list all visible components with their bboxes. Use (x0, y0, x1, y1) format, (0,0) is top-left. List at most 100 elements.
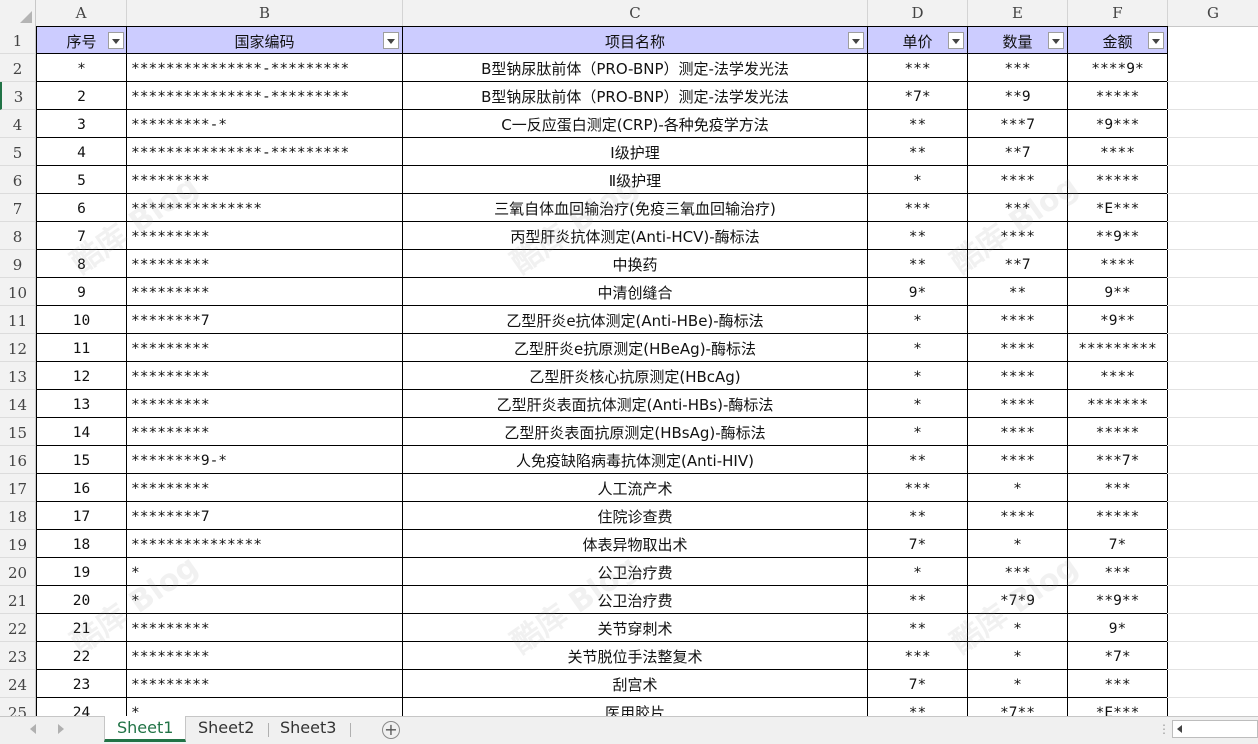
table-cell[interactable]: * (968, 670, 1068, 698)
table-cell[interactable]: 7* (1068, 530, 1168, 558)
row-header[interactable]: 22 (0, 614, 36, 642)
sheet-tab-sheet2[interactable]: Sheet2 (186, 716, 266, 742)
table-cell[interactable]: 12 (36, 362, 127, 390)
table-cell[interactable]: *7* (868, 82, 968, 110)
row-header[interactable]: 16 (0, 446, 36, 474)
table-cell[interactable]: *** (868, 642, 968, 670)
table-cell[interactable]: ********* (127, 278, 403, 306)
table-cell[interactable]: ********* (1068, 334, 1168, 362)
row-header[interactable]: 12 (0, 334, 36, 362)
table-cell[interactable]: ********9-* (127, 446, 403, 474)
table-cell[interactable]: ********* (127, 642, 403, 670)
table-cell[interactable]: 7* (868, 670, 968, 698)
empty-cell[interactable] (1167, 418, 1258, 446)
table-cell[interactable]: 11 (36, 334, 127, 362)
table-cell[interactable]: *************** (127, 530, 403, 558)
table-cell[interactable]: 乙型肝炎核心抗原测定(HBcAg) (403, 362, 868, 390)
table-cell[interactable]: 15 (36, 446, 127, 474)
row-header[interactable]: 8 (0, 222, 36, 250)
scroll-tabs-right-icon[interactable] (58, 724, 64, 734)
table-cell[interactable]: 19 (36, 558, 127, 586)
table-cell[interactable]: *** (1068, 474, 1168, 502)
table-cell[interactable]: *** (868, 54, 968, 82)
empty-cell[interactable] (1167, 586, 1258, 614)
table-cell[interactable]: 乙型肝炎e抗原测定(HBeAg)-酶标法 (403, 334, 868, 362)
table-cell[interactable]: * (868, 418, 968, 446)
table-cell[interactable]: 公卫治疗费 (403, 558, 868, 586)
table-cell[interactable]: 刮宫术 (403, 670, 868, 698)
scroll-left-icon[interactable] (1177, 725, 1182, 733)
row-header[interactable]: 3 (0, 82, 36, 110)
table-cell[interactable]: * (127, 586, 403, 614)
filter-dropdown-icon[interactable] (1048, 32, 1064, 49)
row-header[interactable]: 2 (0, 54, 36, 82)
table-cell[interactable]: * (968, 474, 1068, 502)
empty-cell[interactable] (1167, 362, 1258, 390)
table-cell[interactable]: * (968, 614, 1068, 642)
table-cell[interactable]: 18 (36, 530, 127, 558)
table-cell[interactable]: *********-* (127, 110, 403, 138)
table-cell[interactable]: *** (968, 54, 1068, 82)
row-header[interactable]: 17 (0, 474, 36, 502)
table-cell[interactable]: 23 (36, 670, 127, 698)
table-cell[interactable]: * (868, 306, 968, 334)
table-cell[interactable]: Ⅰ级护理 (403, 138, 868, 166)
table-cell[interactable]: B型钠尿肽前体（PRO-BNP）测定-法学发光法 (403, 54, 868, 82)
header-cell-amount[interactable]: 金额 (1068, 26, 1168, 54)
table-cell[interactable]: 体表异物取出术 (403, 530, 868, 558)
table-cell[interactable]: ********* (127, 362, 403, 390)
table-cell[interactable]: ********7 (127, 306, 403, 334)
table-cell[interactable]: 住院诊查费 (403, 502, 868, 530)
table-cell[interactable]: 中清创缝合 (403, 278, 868, 306)
table-cell[interactable]: 2 (36, 82, 127, 110)
header-cell-code[interactable]: 国家编码 (127, 26, 403, 54)
column-header-d[interactable]: D (868, 0, 968, 26)
table-cell[interactable]: **** (968, 390, 1068, 418)
empty-cell[interactable] (1167, 614, 1258, 642)
table-cell[interactable]: *** (1068, 558, 1168, 586)
table-cell[interactable]: ********7 (127, 502, 403, 530)
row-header[interactable]: 6 (0, 166, 36, 194)
horizontal-scrollbar[interactable]: ⋮ (1158, 720, 1258, 740)
table-cell[interactable]: ***************-********* (127, 54, 403, 82)
column-header-g[interactable]: G (1168, 0, 1258, 26)
table-cell[interactable]: *E*** (1068, 194, 1168, 222)
table-cell[interactable]: 8 (36, 250, 127, 278)
header-cell-seq[interactable]: 序号 (36, 26, 127, 54)
empty-cell[interactable] (1167, 54, 1258, 82)
table-cell[interactable]: 17 (36, 502, 127, 530)
table-cell[interactable]: *9** (1068, 306, 1168, 334)
table-cell[interactable]: ***************-********* (127, 82, 403, 110)
row-header[interactable]: 14 (0, 390, 36, 418)
row-header[interactable]: 9 (0, 250, 36, 278)
table-cell[interactable]: **9** (1068, 586, 1168, 614)
empty-cell[interactable] (1167, 670, 1258, 698)
row-header[interactable]: 4 (0, 110, 36, 138)
table-cell[interactable]: ** (868, 446, 968, 474)
table-cell[interactable]: *7* (1068, 642, 1168, 670)
header-cell-price[interactable]: 单价 (868, 26, 968, 54)
table-cell[interactable]: 6 (36, 194, 127, 222)
table-cell[interactable]: 医用胶片 (403, 698, 868, 716)
table-cell[interactable]: 16 (36, 474, 127, 502)
table-cell[interactable]: **** (1068, 362, 1168, 390)
table-cell[interactable]: 三氧自体血回输治疗(免疫三氧血回输治疗) (403, 194, 868, 222)
table-cell[interactable]: 人工流产术 (403, 474, 868, 502)
row-header[interactable]: 19 (0, 530, 36, 558)
table-cell[interactable]: *** (868, 474, 968, 502)
table-cell[interactable]: 7 (36, 222, 127, 250)
empty-cell[interactable] (1167, 502, 1258, 530)
table-cell[interactable]: ********* (127, 418, 403, 446)
table-cell[interactable]: * (868, 558, 968, 586)
table-cell[interactable]: **** (968, 446, 1068, 474)
empty-cell[interactable] (1167, 642, 1258, 670)
table-cell[interactable]: 9** (1068, 278, 1168, 306)
column-header-c[interactable]: C (403, 0, 868, 26)
table-cell[interactable]: ********* (127, 614, 403, 642)
row-header[interactable]: 11 (0, 306, 36, 334)
table-cell[interactable]: ***** (1068, 82, 1168, 110)
table-cell[interactable]: 7* (868, 530, 968, 558)
table-cell[interactable]: ********* (127, 670, 403, 698)
table-cell[interactable]: **** (968, 334, 1068, 362)
table-cell[interactable]: **** (1068, 138, 1168, 166)
